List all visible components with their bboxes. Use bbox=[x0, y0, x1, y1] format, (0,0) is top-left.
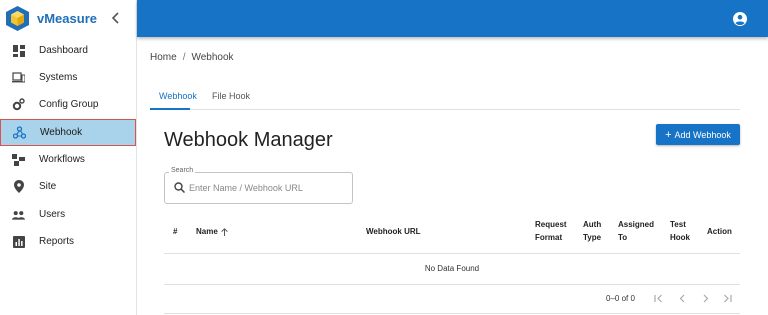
sidebar-item-config-group[interactable]: Config Group bbox=[0, 91, 136, 118]
brand: vMeasure bbox=[0, 0, 136, 37]
reports-icon bbox=[12, 235, 25, 248]
pagination-range: 0–0 of 0 bbox=[606, 294, 635, 303]
sidebar-item-label: Config Group bbox=[39, 99, 99, 110]
search-icon bbox=[174, 182, 185, 193]
sidebar-item-dashboard[interactable]: Dashboard bbox=[0, 37, 136, 64]
sidebar: vMeasure Dashboard Systems Config Group … bbox=[0, 0, 137, 315]
sidebar-item-label: Site bbox=[39, 181, 57, 192]
next-page-icon[interactable] bbox=[700, 293, 711, 304]
breadcrumb-current: Webhook bbox=[191, 52, 234, 63]
first-page-icon[interactable] bbox=[653, 293, 664, 304]
add-webhook-button[interactable]: + Add Webhook bbox=[656, 124, 740, 145]
sidebar-item-webhook[interactable]: Webhook bbox=[0, 119, 136, 146]
column-header-test-hook-line1: Test bbox=[670, 220, 686, 229]
top-bar bbox=[137, 0, 768, 37]
workflows-icon bbox=[12, 153, 25, 166]
sort-ascending-icon bbox=[221, 227, 228, 236]
column-header-test-hook-line2: Hook bbox=[670, 233, 690, 242]
account-circle-icon[interactable] bbox=[733, 12, 747, 26]
sidebar-item-reports[interactable]: Reports bbox=[0, 228, 136, 255]
column-header-name[interactable]: Name bbox=[196, 225, 228, 238]
column-header-request-format: Request Format bbox=[535, 218, 567, 244]
column-header-auth-type: Auth Type bbox=[583, 218, 601, 244]
column-header-assigned-to-line2: To bbox=[618, 233, 628, 242]
config-group-icon bbox=[12, 98, 25, 111]
add-webhook-label: Add Webhook bbox=[674, 129, 731, 140]
column-header-assigned-to: Assigned To bbox=[618, 218, 654, 244]
column-header-auth-type-line1: Auth bbox=[583, 220, 602, 229]
tab-file-hook[interactable]: File Hook bbox=[212, 81, 252, 110]
tab-webhook[interactable]: Webhook bbox=[150, 81, 197, 110]
sidebar-item-label: Webhook bbox=[40, 127, 83, 138]
table-header-divider bbox=[164, 253, 740, 254]
plus-icon: + bbox=[665, 128, 672, 141]
column-header-auth-type-line2: Type bbox=[583, 233, 602, 242]
sidebar-item-workflows[interactable]: Workflows bbox=[0, 146, 136, 173]
table-footer-divider bbox=[164, 313, 740, 314]
app-name: vMeasure bbox=[37, 11, 97, 26]
sidebar-item-label: Systems bbox=[39, 72, 78, 83]
column-header-test-hook: Test Hook bbox=[670, 218, 690, 244]
breadcrumb-home[interactable]: Home bbox=[150, 52, 177, 63]
webhook-icon bbox=[13, 126, 26, 139]
column-header-index: # bbox=[173, 227, 178, 236]
column-header-request-format-line1: Request bbox=[535, 220, 567, 229]
users-icon bbox=[12, 208, 25, 221]
tab-bar: Webhook File Hook bbox=[150, 81, 740, 110]
sidebar-item-site[interactable]: Site bbox=[0, 173, 136, 200]
column-header-request-format-line2: Format bbox=[535, 233, 563, 242]
vmeasure-logo bbox=[6, 6, 29, 31]
sidebar-item-label: Dashboard bbox=[39, 45, 88, 56]
column-header-assigned-to-line1: Assigned bbox=[618, 220, 655, 229]
column-header-name-label: Name bbox=[196, 227, 218, 236]
sidebar-item-label: Users bbox=[39, 209, 66, 220]
sidebar-item-label: Workflows bbox=[39, 154, 85, 165]
empty-state-message: No Data Found bbox=[424, 264, 480, 273]
breadcrumb: Home / Webhook bbox=[150, 52, 234, 63]
page-title: Webhook Manager bbox=[164, 129, 333, 151]
location-pin-icon bbox=[12, 180, 25, 193]
dashboard-icon bbox=[12, 44, 25, 57]
search-label: Search bbox=[169, 167, 196, 174]
breadcrumb-separator: / bbox=[182, 52, 186, 63]
search-input[interactable] bbox=[189, 180, 349, 196]
column-header-action: Action bbox=[707, 227, 732, 236]
sidebar-item-systems[interactable]: Systems bbox=[0, 64, 136, 91]
chevron-left-icon[interactable] bbox=[108, 10, 124, 26]
table-row-divider bbox=[164, 284, 740, 285]
column-header-webhook-url: Webhook URL bbox=[366, 227, 421, 236]
sidebar-item-users[interactable]: Users bbox=[0, 201, 136, 228]
systems-icon bbox=[12, 71, 25, 84]
sidebar-item-label: Reports bbox=[39, 236, 75, 247]
last-page-icon[interactable] bbox=[722, 293, 733, 304]
previous-page-icon[interactable] bbox=[677, 293, 688, 304]
